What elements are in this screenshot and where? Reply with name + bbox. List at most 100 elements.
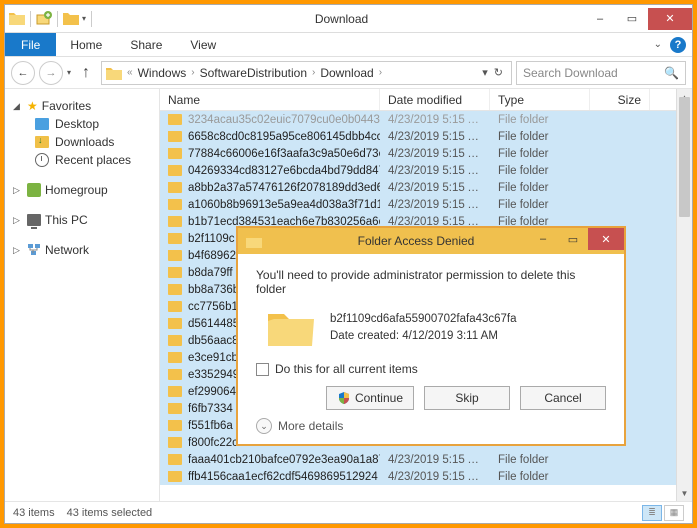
folder-icon	[168, 369, 182, 380]
downloads-icon	[35, 136, 49, 148]
expand-icon[interactable]: ▷	[13, 185, 23, 196]
nav-up-button[interactable]: ↑	[75, 62, 97, 84]
chevron-right-icon[interactable]: ›	[188, 67, 197, 78]
homegroup-header[interactable]: ▷ Homegroup	[5, 181, 159, 199]
col-name[interactable]: Name	[160, 89, 380, 110]
nav-back-button[interactable]: ←	[11, 61, 35, 85]
checkbox-icon[interactable]	[256, 363, 269, 376]
favorites-header[interactable]: ◢ ★ Favorites	[5, 97, 159, 115]
table-row[interactable]: 77884c66006e16f3aafa3c9a50e6d73e4/23/201…	[160, 145, 692, 162]
dialog-minimize-button[interactable]: –	[528, 228, 558, 250]
file-name: db56aac8	[188, 335, 239, 347]
folder-icon	[168, 471, 182, 482]
folder-icon	[168, 216, 182, 227]
more-details-label: More details	[278, 419, 343, 433]
file-name: b4f68962	[188, 250, 236, 262]
expand-icon[interactable]: ▷	[13, 215, 23, 226]
view-large-button[interactable]: ▦	[664, 505, 684, 521]
do-for-all-checkbox[interactable]: Do this for all current items	[256, 362, 606, 376]
tab-share[interactable]: Share	[116, 35, 176, 55]
file-name: ffb4156caa1ecf62cdf5469869512924	[188, 471, 378, 483]
network-header[interactable]: ▷ Network	[5, 241, 159, 259]
dialog-close-button[interactable]: ✕	[588, 228, 624, 250]
file-name: 04269334cd83127e6bcda4bd79dd847a	[188, 165, 380, 177]
item-count: 43 items	[13, 507, 55, 519]
collapse-icon[interactable]: ◢	[13, 101, 23, 112]
file-date: 4/23/2019 5:15 AM	[380, 471, 490, 483]
sidebar-item-label: Recent places	[55, 153, 131, 167]
table-row[interactable]: faaa401cb210bafce0792e3ea90a1a874/23/201…	[160, 451, 692, 468]
nav-pane: ◢ ★ Favorites Desktop Downloads Recent p…	[5, 89, 160, 501]
expand-ribbon-icon[interactable]: ⌄	[654, 39, 662, 50]
favorites-label: Favorites	[42, 99, 91, 113]
folder-icon	[168, 454, 182, 465]
more-details-toggle[interactable]: ⌄ More details	[256, 418, 606, 434]
help-icon[interactable]: ?	[670, 37, 686, 53]
sidebar-item-label: Desktop	[55, 117, 99, 131]
address-dropdown-icon[interactable]: ▾	[482, 66, 488, 79]
folder-icon	[168, 165, 182, 176]
homegroup-icon	[27, 183, 41, 197]
nav-forward-button: →	[39, 61, 63, 85]
breadcrumb-item[interactable]: Download	[320, 66, 373, 80]
chevron-right-icon[interactable]: ›	[309, 67, 318, 78]
table-row[interactable]: 6658c8cd0c8195a95ce806145dbb4cc84/23/201…	[160, 128, 692, 145]
scroll-thumb[interactable]	[679, 97, 690, 217]
file-name: 3234acau35c02euic7079cu0e0b0443	[188, 114, 380, 126]
file-name: cc7756b1	[188, 301, 238, 313]
table-row[interactable]: a1060b8b96913e5a9ea4d038a3f71d164/23/201…	[160, 196, 692, 213]
sidebar-item-downloads[interactable]: Downloads	[5, 133, 159, 151]
vertical-scrollbar[interactable]: ▲ ▼	[676, 89, 692, 501]
chevron-right-icon[interactable]: ›	[376, 67, 385, 78]
file-date: 4/23/2019 5:15 AM	[380, 148, 490, 160]
skip-button[interactable]: Skip	[424, 386, 510, 410]
file-name: ef299064	[188, 386, 236, 398]
dialog-folder-name: b2f1109cd6afa55900702fafa43c67fa	[330, 311, 517, 328]
qa-properties-icon[interactable]	[63, 11, 79, 27]
sidebar-item-desktop[interactable]: Desktop	[5, 115, 159, 133]
file-name: 6658c8cd0c8195a95ce806145dbb4cc8	[188, 131, 380, 143]
breadcrumb-item[interactable]: Windows	[138, 66, 187, 80]
sidebar-item-recent[interactable]: Recent places	[5, 151, 159, 169]
thispc-header[interactable]: ▷ This PC	[5, 211, 159, 229]
file-type: File folder	[490, 165, 590, 177]
qa-newfolder-icon[interactable]	[36, 11, 52, 27]
table-row[interactable]: 3234acau35c02euic7079cu0e0b04434/23/2019…	[160, 111, 692, 128]
tab-file[interactable]: File	[5, 33, 56, 56]
refresh-icon[interactable]: ↻	[490, 66, 507, 79]
file-date: 4/23/2019 5:15 AM	[380, 182, 490, 194]
scroll-down-icon[interactable]: ▼	[677, 485, 692, 501]
tab-view[interactable]: View	[176, 35, 230, 55]
search-box[interactable]: Search Download 🔍	[516, 61, 686, 85]
continue-button[interactable]: Continue	[326, 386, 414, 410]
address-bar[interactable]: « Windows › SoftwareDistribution › Downl…	[101, 61, 512, 85]
app-folder-icon	[9, 11, 25, 27]
table-row[interactable]: ffb4156caa1ecf62cdf54698695129244/23/201…	[160, 468, 692, 485]
folder-icon	[168, 114, 182, 125]
qa-dropdown-icon[interactable]: ▾	[82, 14, 86, 23]
col-date[interactable]: Date modified	[380, 89, 490, 110]
tab-home[interactable]: Home	[56, 35, 116, 55]
file-type: File folder	[490, 471, 590, 483]
col-type[interactable]: Type	[490, 89, 590, 110]
cancel-button[interactable]: Cancel	[520, 386, 606, 410]
col-size[interactable]: Size	[590, 89, 650, 110]
folder-icon	[168, 267, 182, 278]
table-row[interactable]: a8bb2a37a57476126f2078189dd3ed6e4/23/201…	[160, 179, 692, 196]
nav-history-dropdown-icon[interactable]: ▾	[67, 68, 71, 77]
file-name: d5614485	[188, 318, 239, 330]
file-name: faaa401cb210bafce0792e3ea90a1a87	[188, 454, 380, 466]
dialog-message: You'll need to provide administrator per…	[256, 268, 606, 296]
close-button[interactable]: ✕	[648, 8, 692, 30]
titlebar: ▾ Download – ▭ ✕	[5, 5, 692, 33]
maximize-button[interactable]: ▭	[616, 8, 648, 30]
table-row[interactable]: 04269334cd83127e6bcda4bd79dd847a4/23/201…	[160, 162, 692, 179]
file-date: 4/23/2019 5:15 AM	[380, 216, 490, 228]
minimize-button[interactable]: –	[584, 8, 616, 30]
breadcrumb-item[interactable]: SoftwareDistribution	[200, 66, 307, 80]
dialog-titlebar: Folder Access Denied – ▭ ✕	[238, 228, 624, 254]
folder-icon	[168, 301, 182, 312]
expand-icon[interactable]: ▷	[13, 245, 23, 256]
file-date: 4/23/2019 5:15 AM	[380, 131, 490, 143]
view-details-button[interactable]: ≣	[642, 505, 662, 521]
